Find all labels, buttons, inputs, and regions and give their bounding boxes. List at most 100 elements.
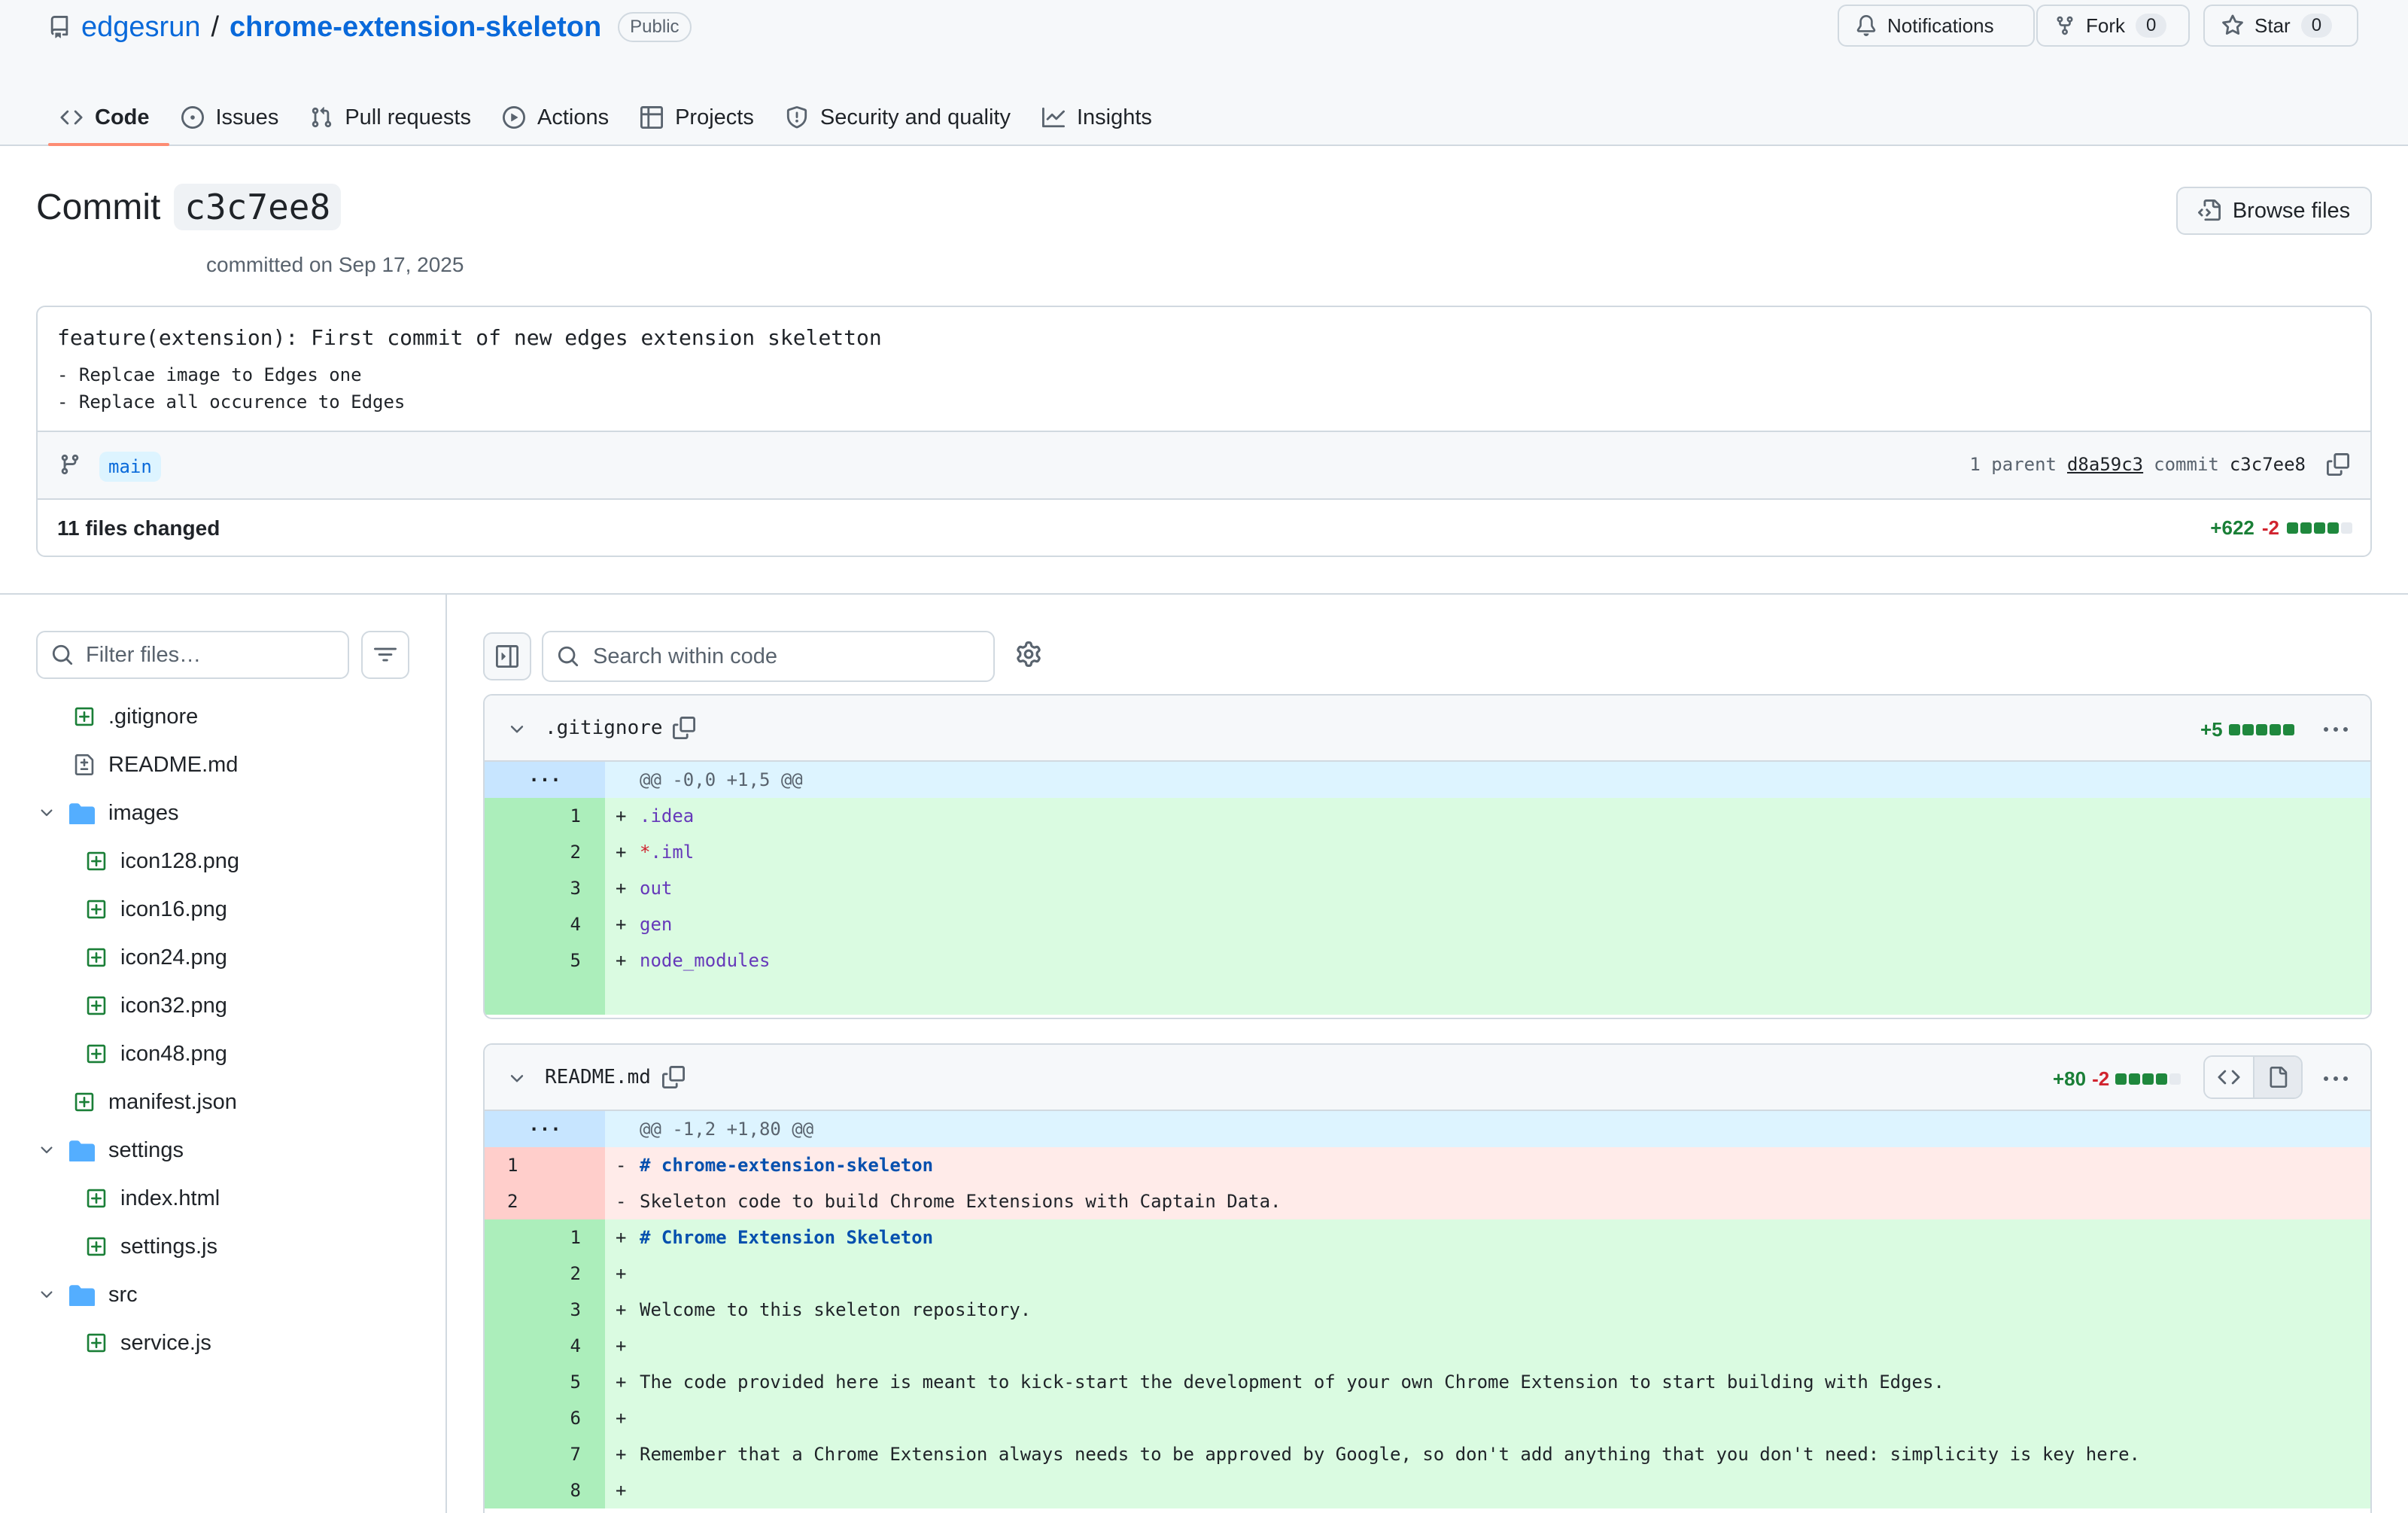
diffstat-block: [2300, 522, 2312, 534]
diff-file-name[interactable]: .gitignore: [545, 717, 663, 739]
bell-icon: [1856, 15, 1877, 36]
tab-issues[interactable]: Issues: [169, 90, 299, 145]
tree-file-service-js[interactable]: service.js: [86, 1322, 211, 1364]
tab-insights[interactable]: Insights: [1030, 90, 1172, 145]
sidebar-collapse-icon: [496, 645, 518, 668]
tree-folder-images[interactable]: images: [38, 792, 179, 834]
notifications-label: Notifications: [1887, 14, 1994, 37]
filter-options-button[interactable]: [361, 631, 409, 679]
new-line-number[interactable]: 3: [485, 870, 605, 906]
new-line-number[interactable]: 4: [485, 1328, 605, 1364]
chevron-down-icon[interactable]: [507, 720, 527, 739]
tree-item-label: index.html: [120, 1186, 220, 1210]
tree-file-icon32[interactable]: icon32.png: [86, 985, 227, 1027]
diff-view-toggle: [2203, 1055, 2303, 1099]
tab-security[interactable]: Security and quality: [774, 90, 1030, 145]
commit-message-box: feature(extension): First commit of new …: [36, 306, 2372, 557]
new-line-number[interactable]: 7: [485, 1436, 605, 1472]
tree-file-manifest[interactable]: manifest.json: [74, 1081, 237, 1123]
tab-label: Projects: [675, 105, 754, 129]
parent-sha-link[interactable]: d8a59c3: [2067, 454, 2143, 475]
expand-hunk-button[interactable]: ···: [485, 1111, 605, 1147]
folder-icon: [69, 1283, 95, 1306]
shield-icon: [786, 106, 808, 129]
diff-line-added: 7 + Remember that a Chrome Extension alwa…: [485, 1436, 2370, 1472]
tab-actions[interactable]: Actions: [491, 90, 628, 145]
source-diff-button[interactable]: [2205, 1057, 2253, 1097]
search-within-code-input[interactable]: Search within code: [542, 631, 995, 682]
file-diff-icon: [74, 754, 95, 775]
graph-icon: [1041, 106, 1065, 129]
tab-projects[interactable]: Projects: [628, 90, 774, 145]
diffstat-block: [2115, 1073, 2127, 1085]
tab-pull-requests[interactable]: Pull requests: [298, 90, 491, 145]
star-button[interactable]: Star 0: [2203, 5, 2358, 47]
new-line-number[interactable]: 3: [485, 1292, 605, 1328]
new-line-number[interactable]: 1: [485, 798, 605, 834]
tree-file-icon48[interactable]: icon48.png: [86, 1033, 227, 1075]
new-line-number[interactable]: 2: [485, 834, 605, 870]
repo-nav-tabs: Code Issues Pull requests Actions Projec…: [48, 90, 1172, 146]
diff-sign: +: [616, 950, 627, 971]
diff-line-text: Skeleton code to build Chrome Extensions…: [640, 1191, 1282, 1212]
file-added-icon: [86, 899, 107, 920]
new-line-number[interactable]: 5: [485, 942, 605, 979]
visibility-badge: Public: [618, 12, 692, 42]
copy-icon[interactable]: [2327, 453, 2349, 476]
old-line-number[interactable]: 1: [485, 1147, 605, 1183]
file-deletions: -2: [2092, 1067, 2110, 1090]
tab-code[interactable]: Code: [48, 90, 169, 146]
repo-owner-link[interactable]: edgesrun: [81, 11, 200, 44]
diff-sign: +: [616, 1408, 627, 1429]
expand-hunk-button[interactable]: ···: [485, 762, 605, 798]
tree-folder-src[interactable]: src: [38, 1274, 138, 1316]
copy-icon[interactable]: [673, 717, 695, 739]
tree-file-gitignore[interactable]: .gitignore: [74, 696, 198, 738]
tree-file-icon128[interactable]: icon128.png: [86, 840, 239, 882]
tree-file-index-html[interactable]: index.html: [86, 1177, 220, 1219]
diff-line-text: # Chrome Extension Skeleton: [640, 1227, 934, 1248]
tree-item-label: icon24.png: [120, 945, 227, 970]
new-line-number[interactable]: 8: [485, 1472, 605, 1508]
rich-diff-button[interactable]: [2253, 1057, 2301, 1097]
diff-line-text: gen: [640, 914, 673, 935]
old-line-number[interactable]: 2: [485, 1183, 605, 1219]
diff-sign: +: [616, 878, 627, 899]
branch-chip[interactable]: main: [99, 452, 161, 482]
copy-icon[interactable]: [662, 1066, 685, 1088]
kebab-horizontal-icon[interactable]: [2324, 1067, 2348, 1091]
chevron-down-icon[interactable]: [507, 1069, 527, 1088]
tree-file-icon16[interactable]: icon16.png: [86, 888, 227, 930]
toggle-file-tree-button[interactable]: [483, 632, 531, 680]
branch-icon: [59, 453, 81, 476]
diff-line-removed: 1 - # chrome-extension-skeleton: [485, 1147, 2370, 1183]
code-icon: [60, 106, 83, 129]
tree-file-settings-js[interactable]: settings.js: [86, 1225, 217, 1268]
diff-file-name[interactable]: README.md: [545, 1066, 651, 1088]
kebab-horizontal-icon[interactable]: [2324, 718, 2348, 742]
fork-button[interactable]: Fork 0: [2036, 5, 2190, 47]
browse-files-button[interactable]: Browse files: [2176, 187, 2372, 235]
tree-folder-settings[interactable]: settings: [38, 1129, 184, 1171]
new-line-number[interactable]: 2: [485, 1256, 605, 1292]
diffstat-block: [2255, 724, 2267, 735]
new-line-number[interactable]: 5: [485, 1364, 605, 1400]
tab-label: Actions: [537, 105, 610, 129]
diffstat-blocks: [2115, 1073, 2181, 1085]
tree-file-icon24[interactable]: icon24.png: [86, 936, 227, 979]
commit-date: committed on Sep 17, 2025: [206, 253, 464, 276]
diff-sign: +: [616, 914, 627, 935]
tree-item-label: icon16.png: [120, 897, 227, 921]
gear-icon[interactable]: [1016, 641, 1041, 667]
notifications-button[interactable]: Notifications: [1838, 5, 2035, 47]
tree-file-readme[interactable]: README.md: [74, 744, 238, 786]
diff-line-added: 4 +: [485, 1328, 2370, 1364]
diff-line-text: # chrome-extension-skeleton: [640, 1155, 934, 1176]
new-line-number[interactable]: 6: [485, 1400, 605, 1436]
repo-name-link[interactable]: chrome-extension-skeleton: [230, 11, 601, 44]
new-line-number[interactable]: 1: [485, 1219, 605, 1256]
filter-files-input[interactable]: Filter files…: [36, 631, 349, 679]
parent-label: 1 parent: [1969, 454, 2057, 475]
diffstat-block: [2314, 522, 2325, 534]
new-line-number[interactable]: 4: [485, 906, 605, 942]
